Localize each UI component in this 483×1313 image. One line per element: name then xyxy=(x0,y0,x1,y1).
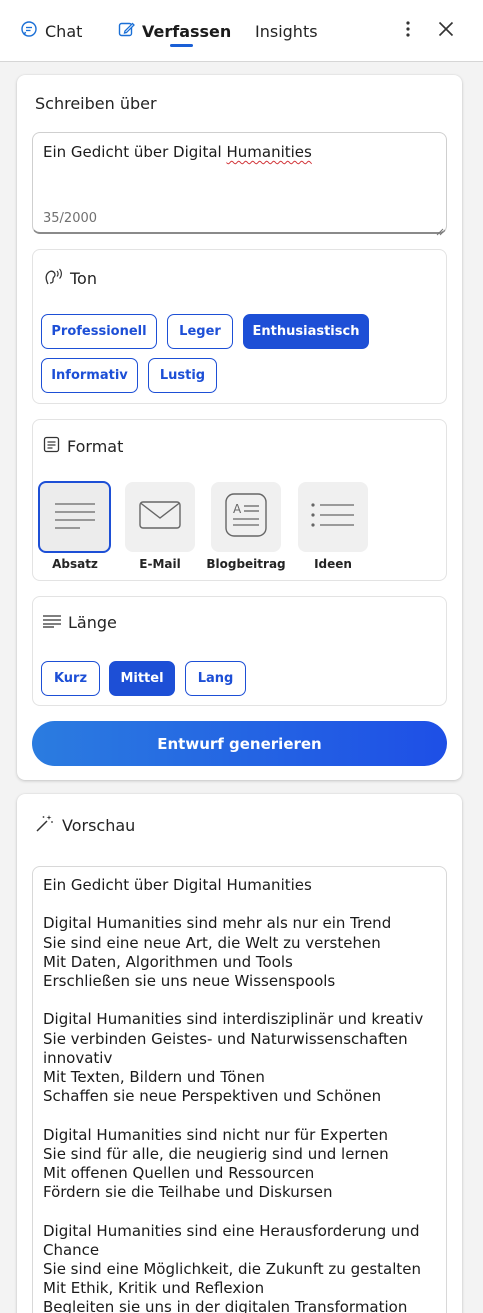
length-option-short[interactable]: Kurz xyxy=(41,661,100,696)
tone-option-professional[interactable]: Professionell xyxy=(41,314,157,349)
svg-text:A: A xyxy=(233,502,242,516)
length-option-long[interactable]: Lang xyxy=(185,661,246,696)
tab-compose-label: Verfassen xyxy=(142,21,232,41)
format-option-email-label: E-Mail xyxy=(139,557,181,571)
tone-section: Ton Professionell Leger Enthusiastisch I… xyxy=(32,249,447,404)
format-section: Format Absatz E-Mail A Blogbeitrag Ideen xyxy=(32,419,447,581)
preview-textbox[interactable]: Ein Gedicht über Digital Humanities Digi… xyxy=(32,866,447,1313)
tab-chat[interactable]: Chat xyxy=(20,0,82,62)
active-tab-indicator xyxy=(170,44,193,47)
compose-card: Schreiben über Ein Gedicht über Digital … xyxy=(17,75,462,780)
more-vertical-icon xyxy=(406,21,410,41)
paragraph-icon xyxy=(54,500,96,534)
close-icon xyxy=(438,21,454,41)
format-label: Format xyxy=(67,437,124,456)
close-button[interactable] xyxy=(433,18,459,44)
spellcheck-flagged-word: Humanities xyxy=(226,143,312,161)
article-icon: A xyxy=(225,493,267,541)
length-label: Länge xyxy=(68,613,117,632)
preview-text: Ein Gedicht über Digital Humanities Digi… xyxy=(43,876,424,1313)
length-option-medium[interactable]: Mittel xyxy=(109,661,175,696)
preview-label: Vorschau xyxy=(62,816,136,835)
topic-textarea-value: Ein Gedicht über Digital Humanities xyxy=(43,143,312,161)
tone-label: Ton xyxy=(70,268,97,288)
topic-text: Ein Gedicht über Digital xyxy=(43,143,227,161)
format-option-ideas-label: Ideen xyxy=(314,557,352,571)
tab-insights-label: Insights xyxy=(255,21,318,41)
resize-grip-icon[interactable] xyxy=(435,221,444,236)
format-header: Format xyxy=(43,436,123,457)
tone-option-enthusiastic[interactable]: Enthusiastisch xyxy=(243,314,369,349)
character-count: 35/2000 xyxy=(43,211,98,226)
tone-header: Ton xyxy=(43,266,97,290)
preview-header: Vorschau xyxy=(35,814,135,837)
tab-insights[interactable]: Insights xyxy=(255,0,318,62)
tab-chat-label: Chat xyxy=(45,21,83,41)
more-options-button[interactable] xyxy=(395,18,421,44)
magic-wand-icon xyxy=(35,814,54,837)
speaking-head-icon xyxy=(43,266,63,290)
length-section: Länge Kurz Mittel Lang xyxy=(32,596,447,706)
format-option-ideas[interactable] xyxy=(298,482,368,552)
format-option-blog-post-label: Blogbeitrag xyxy=(206,557,286,571)
topic-textarea[interactable]: Ein Gedicht über Digital Humanities 35/2… xyxy=(32,132,447,236)
tone-option-casual[interactable]: Leger xyxy=(167,314,233,349)
text-lines-icon xyxy=(43,613,61,632)
length-header: Länge xyxy=(43,613,117,632)
format-option-paragraph[interactable] xyxy=(38,481,111,553)
preview-card: Vorschau Ein Gedicht über Digital Humani… xyxy=(17,794,462,1313)
compose-icon xyxy=(118,21,135,42)
tone-option-funny[interactable]: Lustig xyxy=(148,358,217,393)
envelope-icon xyxy=(139,500,181,534)
chat-bubble-icon xyxy=(20,20,38,42)
document-icon xyxy=(43,436,60,457)
bullet-list-icon xyxy=(311,502,355,532)
top-tab-bar: Chat Verfassen Insights xyxy=(0,0,483,62)
write-about-label: Schreiben über xyxy=(35,94,157,113)
tone-option-informative[interactable]: Informativ xyxy=(41,358,138,393)
generate-draft-button[interactable]: Entwurf generieren xyxy=(32,721,447,766)
format-option-blog-post[interactable]: A xyxy=(211,482,281,552)
format-option-email[interactable] xyxy=(125,482,195,552)
format-option-paragraph-label: Absatz xyxy=(52,557,98,571)
tab-compose[interactable]: Verfassen xyxy=(118,0,231,62)
